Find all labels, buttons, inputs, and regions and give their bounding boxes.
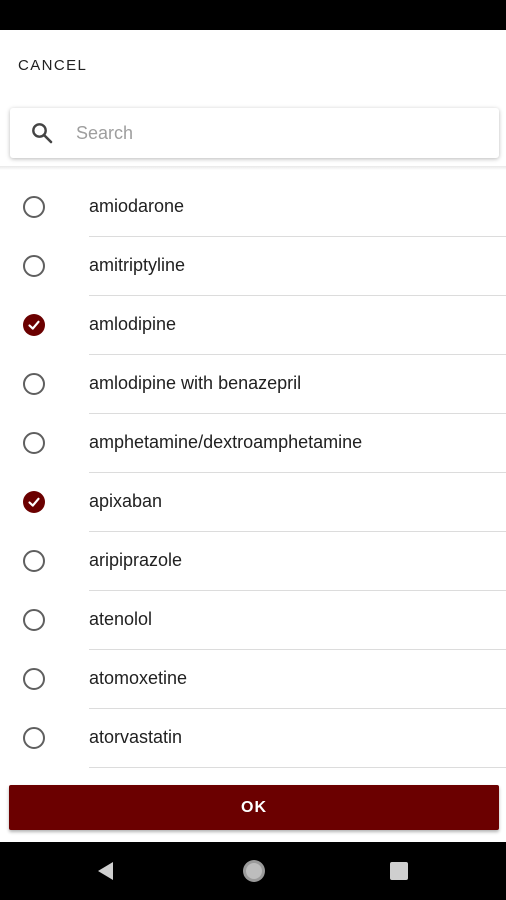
list-item-label: amitriptyline (89, 255, 186, 275)
divider (89, 767, 506, 768)
list-item[interactable]: amphetamine/dextroamphetamine (0, 414, 506, 473)
cancel-button[interactable]: CANCEL (10, 50, 95, 80)
nav-back-icon[interactable] (91, 856, 121, 886)
list-item[interactable]: aripiprazole (0, 532, 506, 591)
list-item-label: amiodarone (89, 196, 185, 216)
checked-radio-button[interactable] (23, 491, 45, 513)
list-item-label: amlodipine with benazepril (89, 373, 302, 393)
radio-button[interactable] (23, 373, 45, 395)
list-item[interactable]: amiodarone (0, 178, 506, 237)
radio-button[interactable] (23, 668, 45, 690)
radio-button[interactable] (23, 255, 45, 277)
checked-radio-button[interactable] (23, 314, 45, 336)
dialog-header: CANCEL (0, 30, 506, 100)
list-top-shadow (0, 166, 506, 170)
list-item-label: atenolol (89, 609, 153, 629)
list-item[interactable]: amlodipine with benazepril (0, 355, 506, 414)
list-item-label: amphetamine/dextroamphetamine (89, 432, 363, 452)
radio-button[interactable] (23, 727, 45, 749)
radio-button[interactable] (23, 432, 45, 454)
list-item[interactable]: atenolol (0, 591, 506, 650)
list-item-label: amlodipine (89, 314, 177, 334)
status-bar (0, 0, 506, 30)
navigation-bar (0, 842, 506, 900)
radio-button[interactable] (23, 550, 45, 572)
radio-button[interactable] (23, 196, 45, 218)
dialog-footer: OK (0, 770, 506, 842)
list-item-label: apixaban (89, 491, 163, 511)
list-item[interactable]: apixaban (0, 473, 506, 532)
nav-home-icon[interactable] (239, 856, 269, 886)
list-item-label: aripiprazole (89, 550, 183, 570)
list-item-label: atorvastatin (89, 727, 183, 747)
list-item[interactable]: amlodipine (0, 296, 506, 355)
ok-button[interactable]: OK (9, 785, 499, 830)
list-item[interactable]: atomoxetine (0, 650, 506, 709)
search-box[interactable] (10, 108, 499, 158)
medication-list[interactable]: amiodarone amitriptyline amlodipine amlodip… (0, 178, 506, 770)
list-item[interactable]: atorvastatin (0, 709, 506, 768)
search-icon (29, 120, 55, 146)
check-icon (27, 495, 41, 509)
list-item[interactable]: amitriptyline (0, 237, 506, 296)
radio-button[interactable] (23, 609, 45, 631)
check-icon (27, 318, 41, 332)
search-input[interactable] (76, 113, 456, 153)
list-item-label: atomoxetine (89, 668, 188, 688)
nav-recents-icon[interactable] (384, 856, 414, 886)
